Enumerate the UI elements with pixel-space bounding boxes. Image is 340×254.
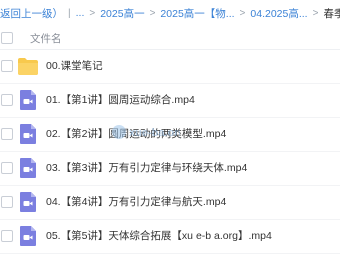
chevron-right-icon: > (149, 7, 156, 19)
video-file-icon (20, 158, 36, 178)
row-checkbox[interactable] (1, 94, 13, 106)
video-file-icon (20, 90, 36, 110)
row-checkbox[interactable] (1, 196, 13, 208)
file-list-header: 文件名 (0, 27, 340, 50)
filename-column-header[interactable]: 文件名 (30, 31, 62, 46)
breadcrumb-separator: | (68, 7, 71, 19)
watermark-text: xue-ba.org (129, 127, 180, 139)
breadcrumb-link-course[interactable]: 04.2025高... (250, 6, 307, 21)
breadcrumb-back-link[interactable]: 返回上一级） (0, 6, 63, 21)
breadcrumb: 返回上一级） | ... > 2025高一 > 2025高一【物... > 04… (0, 0, 340, 26)
video-file-icon (20, 124, 36, 144)
video-file-icon (20, 192, 36, 212)
chevron-right-icon: > (239, 7, 246, 19)
breadcrumb-link-grade[interactable]: 2025高一 (100, 6, 144, 21)
file-name[interactable]: 03.【第3讲】万有引力定律与环绕天体.mp4 (46, 152, 247, 185)
video-file-icon (20, 226, 36, 246)
file-name[interactable]: 01.【第1讲】圆周运动综合.mp4 (46, 84, 195, 117)
row-checkbox[interactable] (1, 128, 13, 140)
file-row-folder[interactable]: 00.课堂笔记 (0, 50, 340, 84)
folder-icon (18, 58, 38, 75)
chevron-right-icon: > (312, 7, 319, 19)
file-row-video[interactable]: 01.【第1讲】圆周运动综合.mp4 (0, 84, 340, 118)
breadcrumb-current: 春季班+ (323, 7, 340, 20)
file-name[interactable]: 00.课堂笔记 (46, 50, 103, 83)
breadcrumb-link-subject[interactable]: 2025高一【物... (160, 6, 234, 21)
file-name[interactable]: 04.【第4讲】万有引力定律与航天.mp4 (46, 186, 226, 219)
watermark: xue-ba.org (112, 125, 180, 139)
file-row-video[interactable]: 04.【第4讲】万有引力定律与航天.mp4 (0, 186, 340, 220)
row-checkbox[interactable] (1, 60, 13, 72)
row-checkbox[interactable] (1, 162, 13, 174)
file-row-video[interactable]: 03.【第3讲】万有引力定律与环绕天体.mp4 (0, 152, 340, 186)
file-row-video[interactable]: 05.【第5讲】天体综合拓展【xu e-b a.org】.mp4 (0, 220, 340, 254)
file-name[interactable]: 05.【第5讲】天体综合拓展【xu e-b a.org】.mp4 (46, 220, 272, 253)
select-all-checkbox[interactable] (1, 32, 13, 44)
breadcrumb-ellipsis-link[interactable]: ... (76, 7, 85, 19)
chevron-right-icon: > (89, 7, 96, 19)
row-checkbox[interactable] (1, 230, 13, 242)
